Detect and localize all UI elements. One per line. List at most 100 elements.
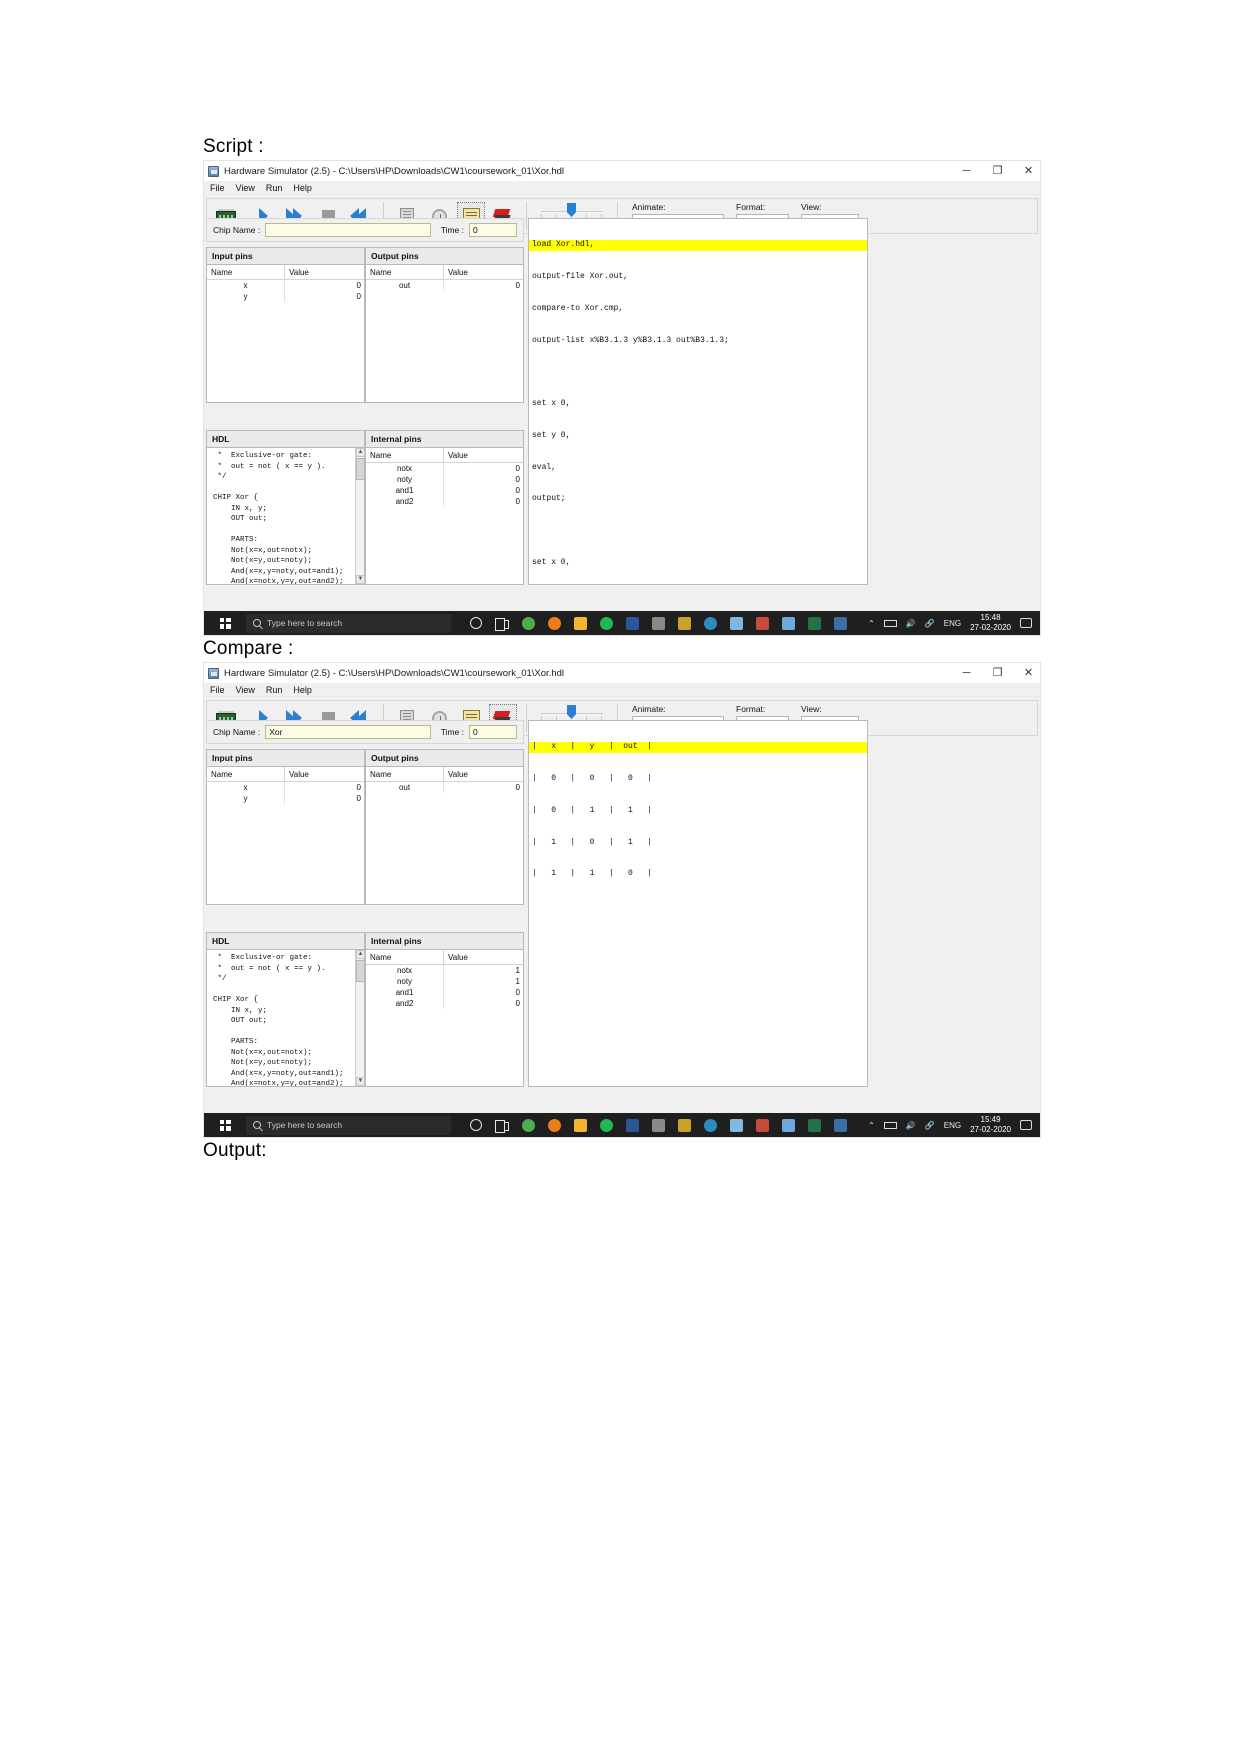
table-row[interactable]: and1 0 <box>366 987 523 998</box>
script-line[interactable]: set x 0, <box>529 558 867 569</box>
network-icon[interactable]: 🔗 <box>925 1121 935 1130</box>
volume-icon[interactable]: 🔊 <box>906 1121 916 1130</box>
compare-line[interactable]: | 1 | 0 | 1 | <box>529 838 867 849</box>
tray-chevron-icon[interactable]: ⌃ <box>868 619 875 628</box>
firefox-icon[interactable] <box>541 611 567 635</box>
excel-icon[interactable] <box>801 611 827 635</box>
simulator-icon[interactable] <box>775 611 801 635</box>
search-box[interactable]: Type here to search <box>246 613 451 633</box>
close-button[interactable]: ✕ <box>1023 165 1034 177</box>
hdl-code[interactable]: * Exclusive-or gate: * out = not ( x == … <box>207 950 364 1086</box>
scroll-up-icon[interactable]: ▲ <box>356 950 365 959</box>
search-box[interactable]: Type here to search <box>246 1115 451 1135</box>
compare-line[interactable]: | 0 | 0 | 0 | <box>529 774 867 785</box>
menu-item-help[interactable]: Help <box>293 685 312 695</box>
compare-line[interactable]: | 1 | 1 | 0 | <box>529 869 867 880</box>
photos-icon[interactable] <box>723 1113 749 1137</box>
table-row[interactable]: x 0 <box>207 280 364 291</box>
menu-item-file[interactable]: File <box>210 685 225 695</box>
script-line-highlighted[interactable]: load Xor.hdl, <box>529 240 867 251</box>
menu-item-run[interactable]: Run <box>266 183 283 193</box>
table-row[interactable]: noty 1 <box>366 976 523 987</box>
tray-chevron-icon[interactable]: ⌃ <box>868 1121 875 1130</box>
simulator-icon[interactable] <box>775 1113 801 1137</box>
start-button[interactable] <box>204 611 246 635</box>
edge-icon[interactable] <box>697 611 723 635</box>
script-pane[interactable]: load Xor.hdl, output-file Xor.out, compa… <box>528 218 868 585</box>
cortana-icon[interactable] <box>463 1113 489 1137</box>
maximize-button[interactable]: ❐ <box>992 165 1003 177</box>
maximize-button[interactable]: ❐ <box>992 667 1003 679</box>
scroll-up-icon[interactable]: ▲ <box>356 448 365 457</box>
word-icon[interactable] <box>619 1113 645 1137</box>
script-line[interactable]: set x 0, <box>529 399 867 410</box>
firefox-icon[interactable] <box>541 1113 567 1137</box>
script-line[interactable]: output; <box>529 494 867 505</box>
table-row[interactable]: y 0 <box>207 291 364 302</box>
table-row[interactable]: noty 0 <box>366 474 523 485</box>
java-icon[interactable] <box>749 611 775 635</box>
word-icon[interactable] <box>619 611 645 635</box>
compare-line[interactable]: | 0 | 1 | 1 | <box>529 806 867 817</box>
task-view-icon[interactable] <box>489 611 515 635</box>
task-view-icon[interactable] <box>489 1113 515 1137</box>
store-icon[interactable] <box>671 1113 697 1137</box>
table-row[interactable]: x 0 <box>207 782 364 793</box>
minimize-button[interactable]: ─ <box>961 667 972 679</box>
pin-value[interactable]: 0 <box>285 793 364 804</box>
language-indicator[interactable]: ENG <box>944 1121 961 1130</box>
scroll-down-icon[interactable]: ▼ <box>356 1077 365 1086</box>
media-player-icon[interactable] <box>645 611 671 635</box>
hdl-code[interactable]: * Exclusive-or gate: * out = not ( x == … <box>207 448 364 584</box>
battery-icon[interactable] <box>883 619 897 627</box>
chip-name-input[interactable]: Xor <box>265 725 431 739</box>
table-row[interactable]: and1 0 <box>366 485 523 496</box>
notepad-icon[interactable] <box>827 611 853 635</box>
cortana-icon[interactable] <box>463 611 489 635</box>
chrome-icon[interactable] <box>515 1113 541 1137</box>
table-row[interactable]: y 0 <box>207 793 364 804</box>
store-icon[interactable] <box>671 611 697 635</box>
file-explorer-icon[interactable] <box>567 1113 593 1137</box>
photos-icon[interactable] <box>723 611 749 635</box>
scroll-thumb[interactable] <box>356 458 365 480</box>
chip-name-input[interactable] <box>265 223 431 237</box>
table-row[interactable]: out 0 <box>366 782 523 793</box>
close-button[interactable]: ✕ <box>1023 667 1034 679</box>
start-button[interactable] <box>204 1113 246 1137</box>
hdl-scrollbar[interactable]: ▲ ▼ <box>355 448 365 584</box>
script-line[interactable]: output-list x%B3.1.3 y%B3.1.3 out%B3.1.3… <box>529 336 867 347</box>
scroll-down-icon[interactable]: ▼ <box>356 575 365 584</box>
script-line[interactable]: compare-to Xor.cmp, <box>529 304 867 315</box>
menu-item-file[interactable]: File <box>210 183 225 193</box>
minimize-button[interactable]: ─ <box>961 165 972 177</box>
taskbar-clock[interactable]: 15:49 27-02-2020 <box>970 1115 1011 1135</box>
compare-pane[interactable]: | x | y | out | | 0 | 0 | 0 | | 0 | 1 | … <box>528 720 868 1087</box>
menu-item-view[interactable]: View <box>236 183 255 193</box>
network-icon[interactable]: 🔗 <box>925 619 935 628</box>
media-player-icon[interactable] <box>645 1113 671 1137</box>
java-icon[interactable] <box>749 1113 775 1137</box>
table-row[interactable]: and2 0 <box>366 496 523 507</box>
pin-value[interactable]: 0 <box>285 291 364 302</box>
spotify-icon[interactable] <box>593 1113 619 1137</box>
table-row[interactable]: out 0 <box>366 280 523 291</box>
menu-item-help[interactable]: Help <box>293 183 312 193</box>
language-indicator[interactable]: ENG <box>944 619 961 628</box>
excel-icon[interactable] <box>801 1113 827 1137</box>
pin-value[interactable]: 0 <box>285 782 364 793</box>
compare-line-header[interactable]: | x | y | out | <box>529 742 867 753</box>
table-row[interactable]: notx 1 <box>366 965 523 976</box>
table-row[interactable]: and2 0 <box>366 998 523 1009</box>
notification-icon[interactable] <box>1020 1120 1032 1130</box>
edge-icon[interactable] <box>697 1113 723 1137</box>
chrome-icon[interactable] <box>515 611 541 635</box>
script-line[interactable]: set y 0, <box>529 431 867 442</box>
menu-item-view[interactable]: View <box>236 685 255 695</box>
notification-icon[interactable] <box>1020 618 1032 628</box>
notepad-icon[interactable] <box>827 1113 853 1137</box>
battery-icon[interactable] <box>883 1121 897 1129</box>
pin-value[interactable]: 0 <box>285 280 364 291</box>
script-line[interactable]: eval, <box>529 463 867 474</box>
table-row[interactable]: notx 0 <box>366 463 523 474</box>
